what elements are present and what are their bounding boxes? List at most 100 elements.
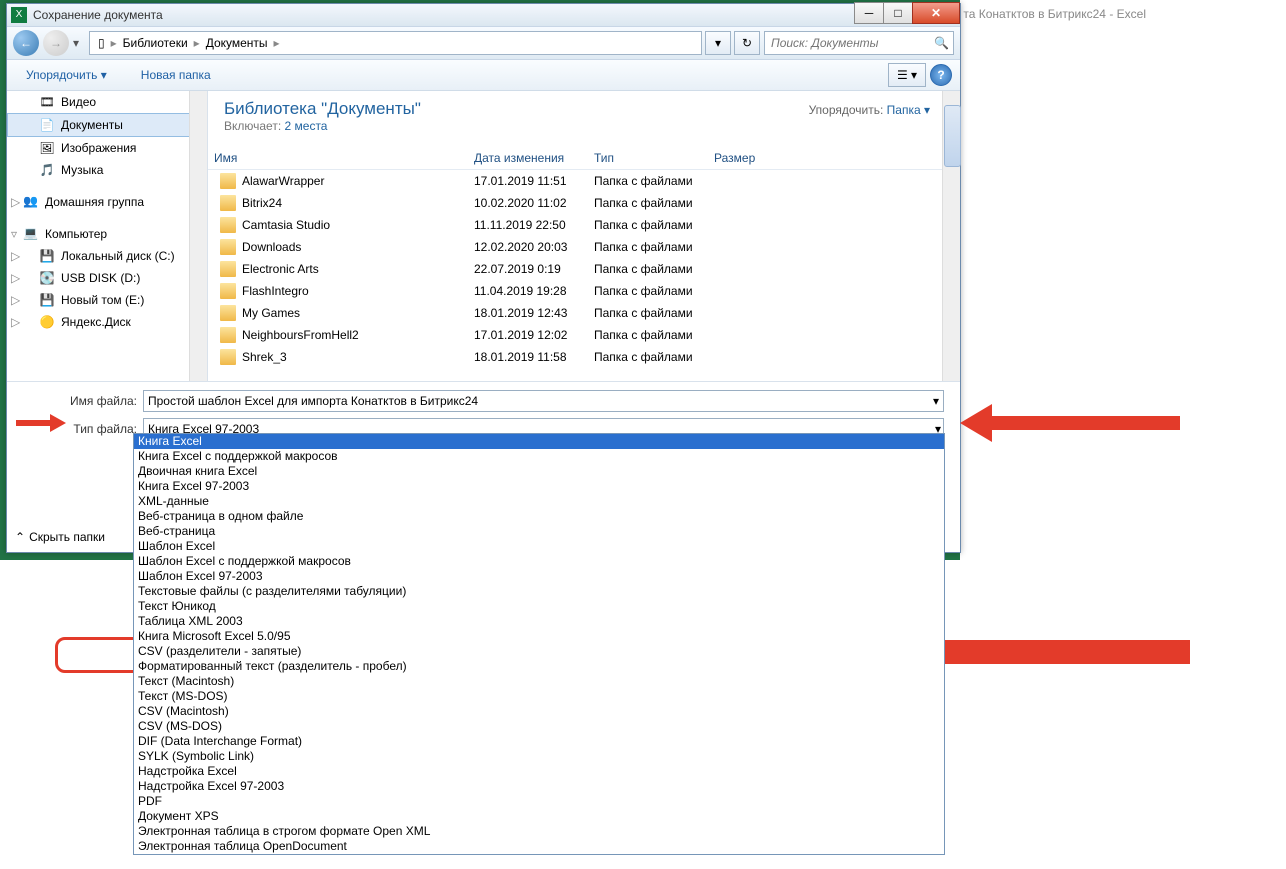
filetype-option[interactable]: SYLK (Symbolic Link) bbox=[134, 749, 944, 764]
filetype-option[interactable]: Текст (MS-DOS) bbox=[134, 689, 944, 704]
file-name: My Games bbox=[242, 306, 300, 320]
nav-history-dropdown[interactable]: ▾ bbox=[73, 36, 85, 50]
file-type: Папка с файлами bbox=[594, 174, 714, 188]
chevron-down-icon[interactable]: ▿ bbox=[11, 227, 21, 241]
filetype-option[interactable]: Электронная таблица OpenDocument bbox=[134, 839, 944, 854]
chevron-right-icon[interactable]: ▷ bbox=[11, 249, 21, 263]
help-button[interactable]: ? bbox=[930, 64, 952, 86]
scrollbar-thumb[interactable] bbox=[944, 105, 961, 167]
file-date: 11.04.2019 19:28 bbox=[474, 284, 594, 298]
column-headers[interactable]: Имя Дата изменения Тип Размер bbox=[208, 147, 960, 170]
hide-folders-button[interactable]: ⌃ Скрыть папки bbox=[15, 530, 105, 544]
filetype-option[interactable]: Веб-страница bbox=[134, 524, 944, 539]
file-row[interactable]: My Games18.01.2019 12:43Папка с файлами bbox=[208, 302, 960, 324]
close-button[interactable]: ✕ bbox=[912, 2, 960, 24]
filetype-option[interactable]: Веб-страница в одном файле bbox=[134, 509, 944, 524]
nav-label: USB DISK (D:) bbox=[61, 271, 140, 285]
nav-homegroup[interactable]: ▷ 👥 Домашняя группа bbox=[7, 191, 207, 213]
organize-button[interactable]: Упорядочить ▾ bbox=[15, 64, 118, 86]
breadcrumb-item[interactable]: Документы bbox=[202, 36, 272, 50]
file-date: 10.02.2020 11:02 bbox=[474, 196, 594, 210]
search-input[interactable] bbox=[769, 35, 934, 51]
maximize-button[interactable]: □ bbox=[883, 2, 913, 24]
nav-lib-item[interactable]: 🎞Видео bbox=[7, 91, 207, 113]
chevron-right-icon[interactable]: ▷ bbox=[11, 293, 21, 307]
titlebar[interactable]: X Сохранение документа ─ □ ✕ bbox=[7, 4, 960, 26]
back-button[interactable]: ← bbox=[13, 30, 39, 56]
breadcrumb[interactable]: ▯ ▸ Библиотеки ▸ Документы ▸ bbox=[89, 31, 702, 55]
arrange-by: Упорядочить: Папка ▾ bbox=[809, 103, 930, 117]
filetype-option[interactable]: Двоичная книга Excel bbox=[134, 464, 944, 479]
nav-pane: 🎞Видео📄Документы 🖼 Изображения 🎵Музыка ▷ 👥 … bbox=[7, 91, 208, 381]
breadcrumb-root-icon[interactable]: ▯ bbox=[94, 36, 109, 50]
search-box[interactable]: 🔍 bbox=[764, 31, 954, 55]
folder-icon: 🖼 bbox=[39, 140, 55, 156]
filetype-option[interactable]: Книга Excel с поддержкой макросов bbox=[134, 449, 944, 464]
filetype-option[interactable]: Таблица XML 2003 bbox=[134, 614, 944, 629]
filetype-option[interactable]: Надстройка Excel bbox=[134, 764, 944, 779]
filetype-option[interactable]: Надстройка Excel 97-2003 bbox=[134, 779, 944, 794]
nav-drive-item[interactable]: ▷💾Локальный диск (C:) bbox=[7, 245, 207, 267]
main-scrollbar[interactable] bbox=[942, 91, 960, 381]
nav-label: Изображения bbox=[61, 141, 136, 155]
file-row[interactable]: Shrek_318.01.2019 11:58Папка с файлами bbox=[208, 346, 960, 368]
filetype-option[interactable]: Книга Excel bbox=[134, 434, 944, 449]
nav-drive-item[interactable]: ▷💽USB DISK (D:) bbox=[7, 267, 207, 289]
filetype-option[interactable]: CSV (разделители - запятые) bbox=[134, 644, 944, 659]
col-type[interactable]: Тип bbox=[594, 151, 714, 165]
filetype-label: Тип файла: bbox=[23, 422, 137, 436]
filetype-option[interactable]: Шаблон Excel 97-2003 bbox=[134, 569, 944, 584]
nav-lib-item[interactable]: 🎵Музыка bbox=[7, 159, 207, 181]
col-name[interactable]: Имя bbox=[208, 151, 474, 165]
forward-button[interactable]: → bbox=[43, 30, 69, 56]
nav-lib-item[interactable]: 🖼 Изображения bbox=[7, 137, 207, 159]
file-row[interactable]: Bitrix2410.02.2020 11:02Папка с файлами bbox=[208, 192, 960, 214]
filetype-option[interactable]: Текстовые файлы (с разделителями табуляц… bbox=[134, 584, 944, 599]
filetype-option[interactable]: CSV (Macintosh) bbox=[134, 704, 944, 719]
filetype-option[interactable]: XML-данные bbox=[134, 494, 944, 509]
filetype-dropdown-list[interactable]: Книга ExcelКнига Excel с поддержкой макр… bbox=[133, 433, 945, 855]
file-row[interactable]: Camtasia Studio11.11.2019 22:50Папка с ф… bbox=[208, 214, 960, 236]
nav-drive-item[interactable]: ▷🟡Яндекс.Диск bbox=[7, 311, 207, 333]
chevron-right-icon[interactable]: ▷ bbox=[11, 195, 21, 209]
nav-computer[interactable]: ▿ 💻 Компьютер bbox=[7, 223, 207, 245]
filetype-option[interactable]: Шаблон Excel bbox=[134, 539, 944, 554]
refresh-button[interactable]: ↻ bbox=[734, 31, 760, 55]
dropdown-icon[interactable]: ▾ bbox=[933, 394, 939, 408]
filetype-option[interactable]: Текст Юникод bbox=[134, 599, 944, 614]
filetype-option[interactable]: PDF bbox=[134, 794, 944, 809]
includes-link[interactable]: 2 места bbox=[285, 119, 328, 133]
filetype-option[interactable]: Электронная таблица в строгом формате Op… bbox=[134, 824, 944, 839]
filetype-option[interactable]: Книга Excel 97-2003 bbox=[134, 479, 944, 494]
filename-input[interactable]: Простой шаблон Excel для импорта Конаткт… bbox=[143, 390, 944, 412]
toolbar: Упорядочить ▾ Новая папка ☰ ▾ ? bbox=[7, 60, 960, 91]
file-row[interactable]: NeighboursFromHell217.01.2019 12:02Папка… bbox=[208, 324, 960, 346]
file-row[interactable]: FlashIntegro11.04.2019 19:28Папка с файл… bbox=[208, 280, 960, 302]
chevron-right-icon[interactable]: ▷ bbox=[11, 315, 21, 329]
search-icon[interactable]: 🔍 bbox=[934, 36, 949, 50]
minimize-button[interactable]: ─ bbox=[854, 2, 884, 24]
filetype-option[interactable]: CSV (MS-DOS) bbox=[134, 719, 944, 734]
file-row[interactable]: AlawarWrapper17.01.2019 11:51Папка с фай… bbox=[208, 170, 960, 192]
breadcrumb-item[interactable]: Библиотеки bbox=[119, 36, 192, 50]
file-name: NeighboursFromHell2 bbox=[242, 328, 359, 342]
filetype-option[interactable]: Книга Microsoft Excel 5.0/95 bbox=[134, 629, 944, 644]
nav-lib-item[interactable]: 📄Документы bbox=[7, 113, 207, 137]
file-name: Bitrix24 bbox=[242, 196, 282, 210]
col-date[interactable]: Дата изменения bbox=[474, 151, 594, 165]
view-button[interactable]: ☰ ▾ bbox=[888, 63, 926, 87]
nav-drive-item[interactable]: ▷💾Новый том (E:) bbox=[7, 289, 207, 311]
breadcrumb-dropdown[interactable]: ▾ bbox=[705, 31, 731, 55]
filetype-option[interactable]: Текст (Macintosh) bbox=[134, 674, 944, 689]
file-row[interactable]: Downloads12.02.2020 20:03Папка с файлами bbox=[208, 236, 960, 258]
filetype-option[interactable]: Шаблон Excel с поддержкой макросов bbox=[134, 554, 944, 569]
filetype-option[interactable]: Форматированный текст (разделитель - про… bbox=[134, 659, 944, 674]
nav-scrollbar[interactable] bbox=[189, 91, 207, 381]
filetype-option[interactable]: Документ XPS bbox=[134, 809, 944, 824]
filetype-option[interactable]: DIF (Data Interchange Format) bbox=[134, 734, 944, 749]
chevron-right-icon[interactable]: ▷ bbox=[11, 271, 21, 285]
col-size[interactable]: Размер bbox=[714, 151, 794, 165]
file-row[interactable]: Electronic Arts22.07.2019 0:19Папка с фа… bbox=[208, 258, 960, 280]
arrange-dropdown[interactable]: Папка ▾ bbox=[887, 103, 930, 117]
new-folder-button[interactable]: Новая папка bbox=[130, 64, 222, 86]
